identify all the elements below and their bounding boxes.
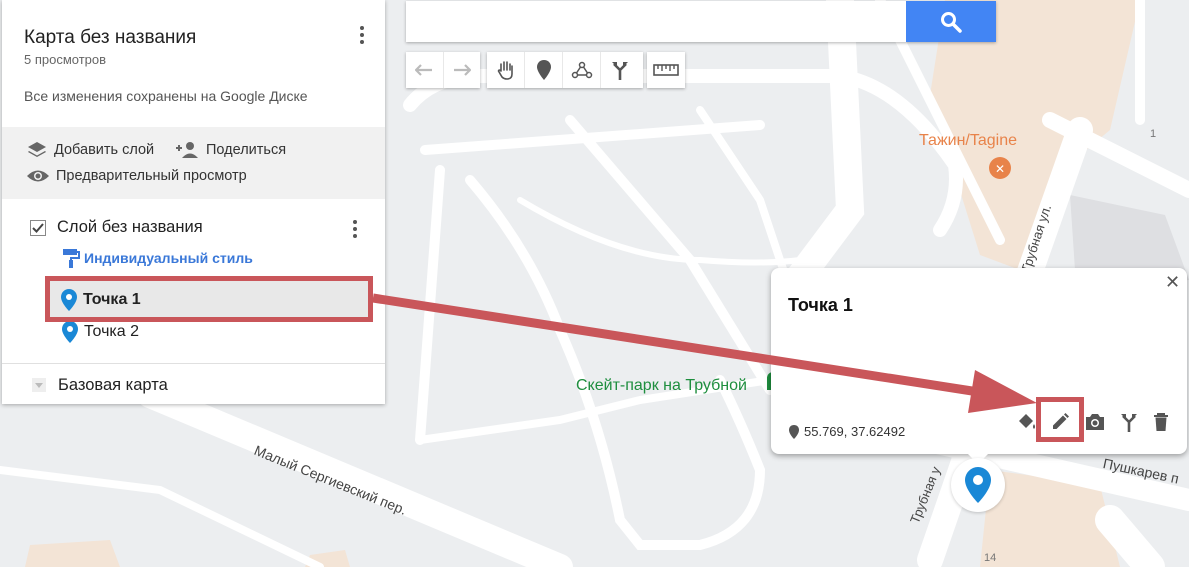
poi-restaurant-label[interactable]: Тажин/Tagine: [919, 132, 1017, 150]
toolbar-measure: [647, 52, 685, 88]
save-status: Все изменения сохранены на Google Диске: [24, 88, 308, 104]
highlight-box-point-1: [45, 276, 373, 322]
poi-park-label[interactable]: Скейт-парк на Трубной: [576, 377, 747, 395]
layer-visibility-checkbox[interactable]: [30, 220, 46, 236]
measure-button[interactable]: [647, 52, 684, 88]
draw-line-icon: [571, 61, 592, 79]
point-2-label: Точка 2: [84, 323, 139, 340]
ruler-icon: [652, 64, 679, 76]
expand-arrow-icon[interactable]: [32, 378, 46, 392]
search-icon: [941, 11, 962, 33]
highlight-box-edit-button: [1036, 397, 1084, 442]
redo-icon: [453, 64, 471, 76]
toolbar-history: [406, 52, 480, 88]
search-button[interactable]: [906, 1, 996, 42]
add-person-icon: [176, 142, 198, 158]
coordinates-value: 55.769, 37.62492: [804, 424, 906, 439]
close-icon[interactable]: ✕: [1165, 273, 1180, 291]
map-title[interactable]: Карта без названия: [24, 27, 196, 49]
delete-button[interactable]: [1147, 408, 1175, 436]
camera-icon: [1086, 414, 1104, 430]
base-map-label: Базовая карта: [58, 376, 168, 394]
layers-icon: [28, 142, 46, 157]
layer-options-menu-icon[interactable]: [345, 218, 365, 242]
base-map-section[interactable]: Базовая карта: [2, 363, 385, 405]
add-marker-button[interactable]: [525, 52, 563, 88]
redo-button[interactable]: [444, 52, 481, 88]
svg-text:✕: ✕: [995, 162, 1005, 176]
location-pin-icon: [62, 321, 78, 343]
hand-tool-button[interactable]: [487, 52, 525, 88]
location-pin-small-icon: [789, 424, 799, 439]
layer-name[interactable]: Слой без названия: [57, 218, 203, 237]
views-count: 5 просмотров: [24, 52, 107, 67]
toolbar-tools: [487, 52, 643, 88]
individual-style-label: Индивидуальный стиль: [84, 250, 253, 266]
map-actions: Добавить слой Поделиться Предварительный…: [2, 127, 385, 199]
share-label: Поделиться: [206, 142, 287, 158]
house-number-1: 1: [1150, 128, 1157, 140]
paint-roller-icon: [63, 249, 80, 268]
house-number-14: 14: [984, 552, 997, 564]
location-pin-icon: [965, 467, 991, 503]
coordinates: 55.769, 37.62492: [789, 424, 905, 439]
undo-button[interactable]: [406, 52, 444, 88]
preview-button[interactable]: Предварительный просмотр: [26, 167, 247, 185]
add-photo-button[interactable]: [1081, 408, 1109, 436]
add-layer-label: Добавить слой: [54, 142, 155, 158]
add-layer-button[interactable]: Добавить слой: [26, 140, 154, 160]
route-button[interactable]: [1115, 408, 1143, 436]
map-sidebar: Карта без названия 5 просмотров Все изме…: [2, 0, 385, 404]
marker-icon: [536, 60, 551, 80]
undo-icon: [415, 64, 433, 76]
hand-icon: [497, 61, 513, 80]
info-window: Точка 1 ✕ 55.769, 37.62492: [771, 268, 1187, 454]
map-options-menu-icon[interactable]: [352, 24, 372, 48]
individual-style-link[interactable]: Индивидуальный стиль: [62, 248, 253, 268]
draw-line-button[interactable]: [563, 52, 601, 88]
eye-icon: [27, 170, 49, 182]
map-marker-point-1[interactable]: [951, 458, 1005, 512]
share-button[interactable]: Поделиться: [174, 140, 286, 160]
trash-icon: [1154, 413, 1168, 431]
preview-label: Предварительный просмотр: [56, 168, 247, 184]
directions-button[interactable]: [601, 52, 638, 88]
directions-icon: [611, 62, 628, 80]
layer-point-2[interactable]: Точка 2: [62, 321, 139, 343]
paint-bucket-icon: [1019, 414, 1035, 429]
directions-icon: [1121, 414, 1137, 432]
info-window-title: Точка 1: [788, 295, 853, 315]
